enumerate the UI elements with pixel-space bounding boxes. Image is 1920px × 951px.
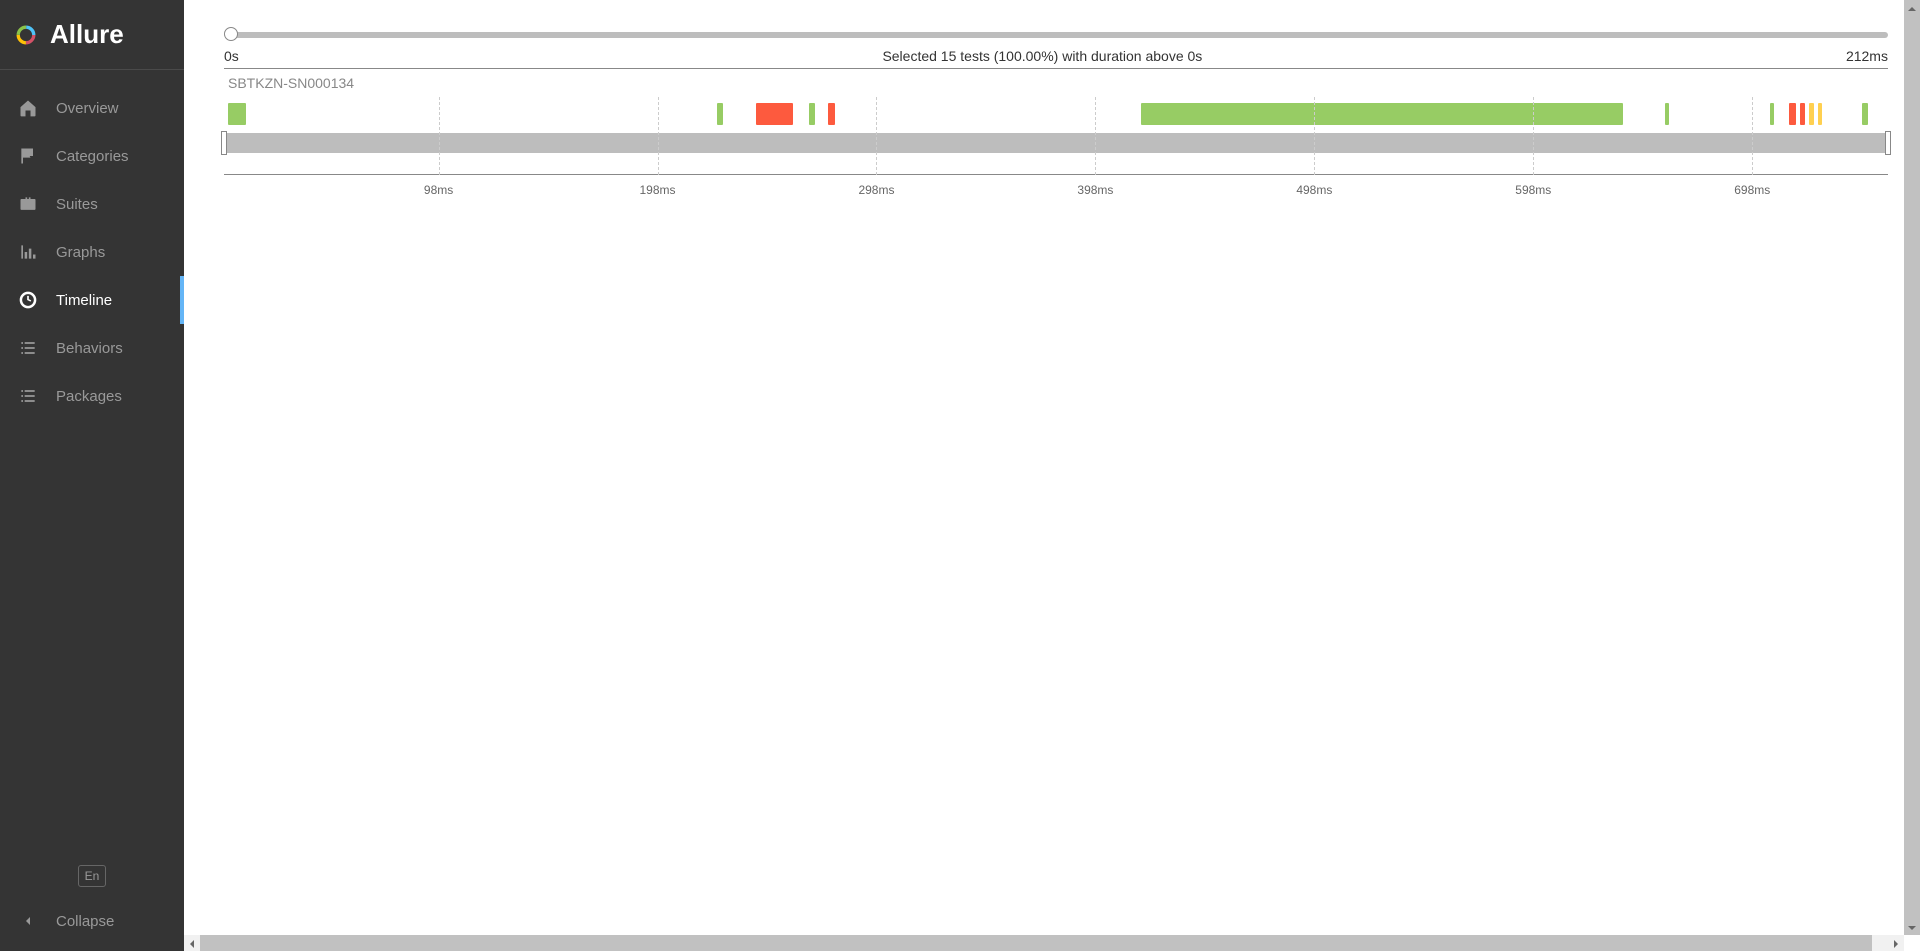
gridline xyxy=(1314,97,1315,175)
timeline-test-bar[interactable] xyxy=(1800,103,1804,125)
sidebar: Allure Overview Categories Suites Graphs xyxy=(0,0,184,951)
sidebar-item-packages[interactable]: Packages xyxy=(0,372,184,420)
sidebar-item-label: Packages xyxy=(56,388,122,405)
sidebar-item-suites[interactable]: Suites xyxy=(0,180,184,228)
allure-logo-icon xyxy=(16,25,36,45)
slider-track xyxy=(230,32,1888,38)
flag-icon xyxy=(18,146,38,166)
timeline-host-label: SBTKZN-SN000134 xyxy=(224,69,1888,95)
vertical-scrollbar[interactable] xyxy=(1904,0,1920,935)
brand-area: Allure xyxy=(0,0,184,70)
timeline-test-bar[interactable] xyxy=(1789,103,1796,125)
timeline-test-bar[interactable] xyxy=(717,103,724,125)
sidebar-item-overview[interactable]: Overview xyxy=(0,84,184,132)
sidebar-item-categories[interactable]: Categories xyxy=(0,132,184,180)
sidebar-item-label: Behaviors xyxy=(56,340,123,357)
timeline-chart: 98ms 198ms 298ms 398ms 498ms 598ms 698ms xyxy=(224,97,1888,197)
nav-list: Overview Categories Suites Graphs Timeli… xyxy=(0,70,184,855)
timeline-test-bar[interactable] xyxy=(1862,103,1869,125)
gridline xyxy=(439,97,440,175)
brand-name: Allure xyxy=(50,19,124,50)
range-end-label: 212ms xyxy=(1846,48,1888,64)
axis-tick-label: 198ms xyxy=(640,183,676,197)
chevron-left-icon xyxy=(18,911,38,931)
duration-slider[interactable] xyxy=(224,30,1888,40)
axis-tick-label: 298ms xyxy=(858,183,894,197)
language-label: En xyxy=(85,869,100,883)
h-scroll-thumb[interactable] xyxy=(200,935,1872,951)
briefcase-icon xyxy=(18,194,38,214)
slider-handle[interactable] xyxy=(224,27,238,41)
clock-icon xyxy=(18,290,38,310)
axis-tick-label: 598ms xyxy=(1515,183,1551,197)
gridline xyxy=(1752,97,1753,175)
timeline-test-bar[interactable] xyxy=(1770,103,1774,125)
selection-summary: 0s Selected 15 tests (100.00%) with dura… xyxy=(224,46,1888,68)
gridline xyxy=(876,97,877,175)
scroll-up-icon xyxy=(1906,2,1918,14)
collapse-button[interactable]: Collapse xyxy=(0,901,184,941)
scroll-left-icon xyxy=(186,937,198,949)
horizontal-scrollbar[interactable] xyxy=(184,935,1904,951)
timeline-test-bar[interactable] xyxy=(828,103,835,125)
sidebar-item-label: Suites xyxy=(56,196,98,213)
sidebar-item-timeline[interactable]: Timeline xyxy=(0,276,184,324)
sidebar-item-label: Categories xyxy=(56,148,129,165)
timeline-test-bar[interactable] xyxy=(809,103,816,125)
sidebar-item-label: Overview xyxy=(56,100,119,117)
list-icon xyxy=(18,338,38,358)
timeline-test-bar[interactable] xyxy=(1141,103,1623,125)
timeline-test-bar[interactable] xyxy=(1665,103,1669,125)
gridline xyxy=(1095,97,1096,175)
language-selector[interactable]: En xyxy=(78,865,106,887)
gridline xyxy=(1533,97,1534,175)
brush-handle-left[interactable] xyxy=(221,131,227,155)
timeline-bar-row xyxy=(224,103,1888,125)
list-icon xyxy=(18,386,38,406)
home-icon xyxy=(18,98,38,118)
axis-tick-label: 498ms xyxy=(1296,183,1332,197)
range-start-label: 0s xyxy=(224,48,239,64)
timeline-axis xyxy=(224,174,1888,175)
sidebar-item-graphs[interactable]: Graphs xyxy=(0,228,184,276)
brush-handle-right[interactable] xyxy=(1885,131,1891,155)
scroll-right-icon xyxy=(1890,937,1902,949)
sidebar-bottom: En Collapse xyxy=(0,855,184,951)
timeline-test-bar[interactable] xyxy=(228,103,246,125)
axis-tick-label: 698ms xyxy=(1734,183,1770,197)
v-scroll-thumb[interactable] xyxy=(1904,0,1920,935)
sidebar-item-label: Graphs xyxy=(56,244,105,261)
selection-text: Selected 15 tests (100.00%) with duratio… xyxy=(882,48,1202,64)
sidebar-item-label: Timeline xyxy=(56,292,112,309)
timeline-test-bar[interactable] xyxy=(1818,103,1822,125)
timeline-test-bar[interactable] xyxy=(756,103,793,125)
sidebar-item-behaviors[interactable]: Behaviors xyxy=(0,324,184,372)
scroll-down-icon xyxy=(1906,921,1918,933)
timeline-test-bar[interactable] xyxy=(1809,103,1813,125)
axis-tick-label: 98ms xyxy=(424,183,453,197)
main-content: 0s Selected 15 tests (100.00%) with dura… xyxy=(184,0,1920,951)
collapse-label: Collapse xyxy=(56,913,114,930)
timeline-brush-track[interactable] xyxy=(224,133,1888,153)
gridline xyxy=(658,97,659,175)
axis-tick-label: 398ms xyxy=(1077,183,1113,197)
bar-chart-icon xyxy=(18,242,38,262)
